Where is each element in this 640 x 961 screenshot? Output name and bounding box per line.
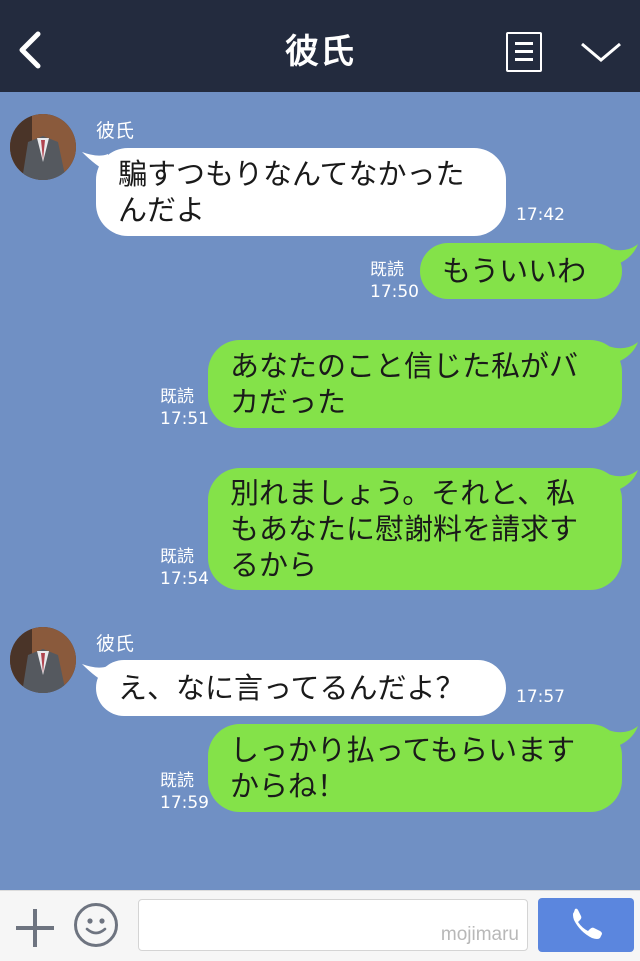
message-bubble[interactable]: しっかり払ってもらいます からね！ [208,724,622,812]
emoji-icon[interactable] [74,903,118,947]
message-bubble[interactable]: 別れましょう。それと、私 もあなたに慰謝料を請求す るから [208,468,622,590]
bubble-tail [608,244,638,266]
message-time: 17:57 [516,687,565,707]
call-button[interactable] [538,898,634,952]
read-receipt: 既読 [160,387,194,407]
read-receipt: 既読 [370,260,404,280]
message-bubble[interactable]: あなたのこと信じた私がバ カだった [208,340,622,428]
message-time: 17:42 [516,205,565,225]
phone-icon [573,908,602,939]
avatar[interactable] [10,627,76,693]
read-receipt: 既読 [160,771,194,791]
bubble-tail [608,726,638,748]
bubble-tail [608,470,638,492]
message-bubble[interactable]: え、なに言ってるんだよ？ [96,660,506,716]
message-time: 17:54 [160,569,209,589]
chat-title: 彼氏 [285,32,355,72]
chevron-down-icon[interactable] [578,36,624,66]
bubble-tail [608,342,638,364]
sender-name: 彼氏 [96,633,135,655]
message-time: 17:59 [160,793,209,813]
message-bubble[interactable]: もういいわ [420,243,622,299]
sender-name: 彼氏 [96,120,135,142]
message-time: 17:50 [370,282,419,302]
menu-icon[interactable] [506,32,542,72]
plus-icon[interactable] [14,907,56,949]
input-bar: mojimaru [0,890,640,961]
avatar-image [10,627,76,693]
message-time: 17:51 [160,409,209,429]
message-bubble[interactable]: 騙すつもりなんてなかった んだよ [96,148,506,236]
chat-header: 彼氏 [0,0,640,92]
avatar-image [10,114,76,180]
message-input[interactable]: mojimaru [138,899,528,951]
watermark: mojimaru [440,924,519,945]
avatar[interactable] [10,114,76,180]
read-receipt: 既読 [160,547,194,567]
